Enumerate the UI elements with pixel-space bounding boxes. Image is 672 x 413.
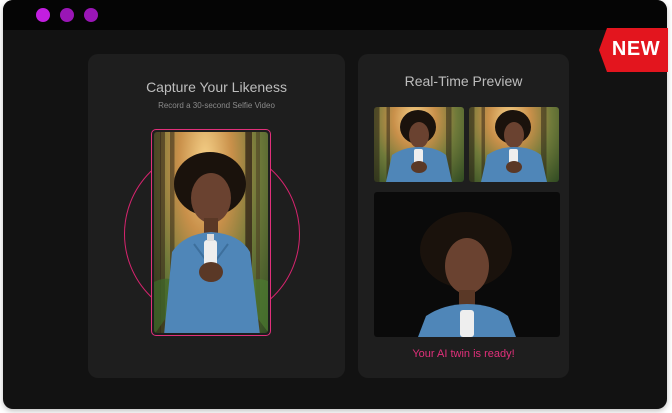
new-badge-label: NEW (611, 38, 661, 60)
capture-subtitle: Record a 30-second Selfie Video (158, 101, 275, 110)
person-illustration (154, 132, 268, 333)
app-window: Capture Your Likeness Record a 30-second… (3, 0, 667, 409)
thumbnail-photo-1 (374, 107, 464, 182)
capture-panel: Capture Your Likeness Record a 30-second… (88, 54, 345, 378)
window-titlebar (3, 0, 667, 30)
preview-panel: Real-Time Preview Your AI twin is ready! (358, 54, 569, 378)
thumbnail-photo-2 (469, 107, 559, 182)
selfie-photo (154, 132, 268, 333)
preview-thumbnail-1[interactable] (374, 107, 464, 182)
person-illustration (481, 110, 547, 182)
preview-thumbnail-2[interactable] (469, 107, 559, 182)
person-illustration (418, 212, 516, 337)
window-dot-1[interactable] (36, 8, 50, 22)
ai-twin-status: Your AI twin is ready! (412, 348, 515, 360)
capture-title: Capture Your Likeness (146, 79, 287, 95)
ai-twin-photo (374, 192, 560, 337)
selfie-video-frame[interactable] (151, 129, 271, 336)
preview-title: Real-Time Preview (404, 73, 523, 89)
ai-twin-preview[interactable] (374, 192, 560, 337)
window-dot-3[interactable] (84, 8, 98, 22)
person-illustration (386, 110, 452, 182)
window-dot-2[interactable] (60, 8, 74, 22)
